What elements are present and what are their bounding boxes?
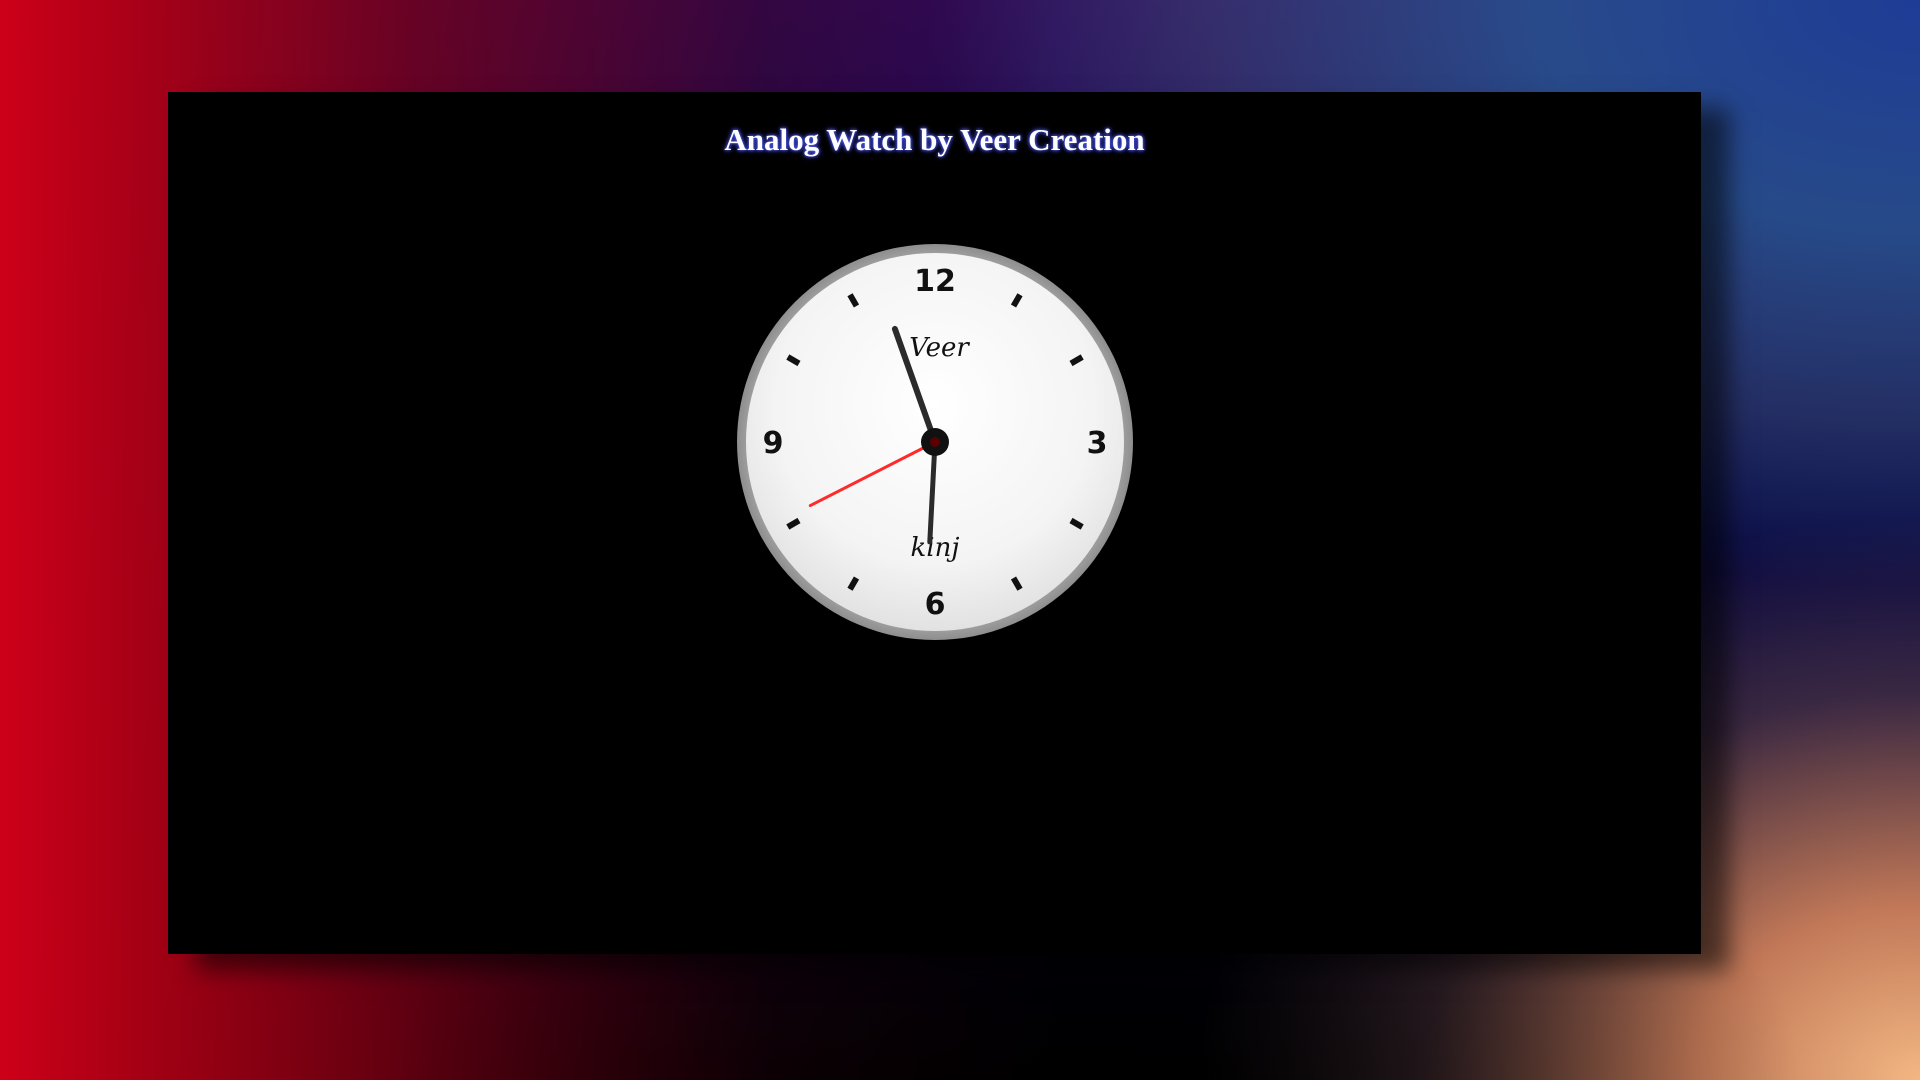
brand-top: Veer — [909, 333, 970, 363]
numeral-3: 3 — [1087, 426, 1108, 461]
page-title: Analog Watch by Veer Creation — [724, 122, 1145, 157]
app-window: Analog Watch by Veer Creation 12 3 6 9 V… — [168, 92, 1701, 954]
brand-bottom: kinj — [911, 533, 960, 563]
numeral-6: 6 — [925, 587, 946, 622]
analog-clock: 12 3 6 9 Veer kinj — [737, 244, 1133, 640]
numeral-9: 9 — [763, 426, 784, 461]
numeral-12: 12 — [914, 264, 956, 299]
center-cap-inner — [930, 437, 940, 447]
